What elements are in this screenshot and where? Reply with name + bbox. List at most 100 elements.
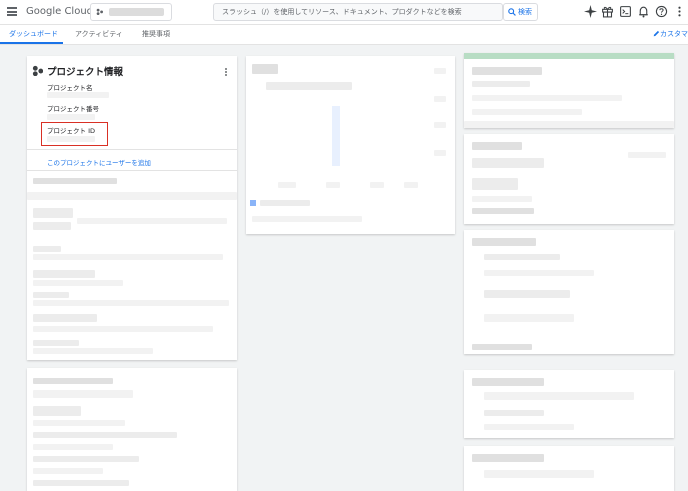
- active-tab-indicator: [0, 42, 63, 44]
- redacted-block: [434, 150, 446, 156]
- redacted-block: [33, 208, 73, 218]
- right-card-4: [464, 370, 674, 438]
- redacted-block: [33, 390, 133, 398]
- more-vert-icon[interactable]: [673, 5, 686, 18]
- redacted-block: [77, 218, 227, 224]
- redacted-block: [472, 238, 536, 246]
- redacted-block: [33, 254, 223, 260]
- redacted-block: [33, 270, 95, 278]
- divider: [27, 170, 237, 171]
- right-card-1: [464, 53, 674, 128]
- redacted-block: [33, 222, 71, 230]
- project-number-label: プロジェクト番号: [47, 105, 99, 113]
- redacted-block: [33, 432, 177, 438]
- redacted-block: [472, 196, 532, 202]
- project-name-redacted: [109, 8, 164, 16]
- top-bar: Google Cloud スラッシュ（/）を使用してリソース、ドキュメント、プロ…: [0, 0, 688, 25]
- tab-dashboard[interactable]: ダッシュボード: [9, 29, 58, 39]
- redacted-block: [33, 314, 97, 322]
- right-card-3: [464, 230, 674, 354]
- project-picker[interactable]: [90, 3, 172, 21]
- redacted-block: [252, 64, 278, 74]
- card-title: プロジェクト情報: [47, 67, 124, 78]
- project-info-card: プロジェクト情報 プロジェクト名 プロジェクト番号 プロジェクト ID このプロ…: [27, 56, 237, 360]
- redacted-block: [370, 182, 384, 188]
- redacted-block: [472, 109, 582, 115]
- redacted-block: [434, 68, 446, 74]
- gemini-sparkle-icon[interactable]: [584, 5, 597, 18]
- redacted-block: [33, 300, 229, 306]
- status-strip: [464, 53, 674, 59]
- redacted-block: [33, 340, 79, 346]
- customize-button[interactable]: カスタマ: [653, 29, 688, 39]
- redacted-block: [33, 280, 123, 286]
- chart-bar-redacted: [332, 106, 340, 166]
- redacted-block: [472, 344, 532, 350]
- redacted-block: [472, 142, 522, 150]
- redacted-block: [33, 420, 125, 426]
- redacted-block: [472, 158, 544, 168]
- card-more-icon[interactable]: [223, 67, 229, 77]
- redacted-block: [326, 182, 340, 188]
- redacted-block: [33, 480, 129, 486]
- project-number-value-redacted: [47, 114, 95, 120]
- redacted-block: [252, 216, 362, 222]
- redacted-block: [472, 378, 544, 386]
- gift-icon[interactable]: [601, 5, 614, 18]
- tab-recommendations[interactable]: 推奨事項: [142, 29, 170, 39]
- redacted-block: [484, 424, 574, 430]
- search-button-label: 検索: [518, 8, 532, 16]
- redacted-block: [484, 270, 594, 276]
- redacted-block: [628, 152, 666, 158]
- redacted-block: [33, 468, 103, 474]
- search-placeholder: スラッシュ（/）を使用してリソース、ドキュメント、プロダクトなどを検索: [222, 8, 462, 16]
- middle-chart-card: [246, 56, 455, 234]
- project-id-highlight-box: [41, 122, 108, 146]
- redacted-block: [260, 200, 310, 206]
- redacted-block: [484, 254, 560, 260]
- divider: [27, 149, 237, 150]
- resource-row-redacted: [33, 178, 117, 184]
- menu-icon[interactable]: [7, 7, 17, 16]
- redacted-block: [33, 444, 113, 450]
- right-card-5: [464, 446, 674, 491]
- project-icon: [96, 8, 103, 15]
- redacted-block: [472, 454, 544, 462]
- redacted-block: [33, 378, 113, 384]
- project-name-value-redacted: [47, 92, 109, 98]
- redacted-block: [464, 121, 674, 128]
- notifications-icon[interactable]: [637, 5, 650, 18]
- legend-swatch: [250, 200, 256, 206]
- redacted-block: [434, 96, 446, 102]
- section-divider-redacted: [27, 192, 237, 200]
- cloud-shell-icon[interactable]: [619, 5, 632, 18]
- redacted-block: [33, 292, 69, 298]
- redacted-block: [484, 392, 634, 400]
- google-cloud-logo[interactable]: Google Cloud: [26, 6, 93, 17]
- add-user-link[interactable]: このプロジェクトにユーザーを追加: [47, 157, 151, 167]
- redacted-block: [472, 178, 518, 190]
- redacted-block: [472, 81, 530, 87]
- redacted-block: [434, 122, 446, 128]
- redacted-block: [278, 182, 296, 188]
- project-info-icon: [32, 65, 43, 76]
- search-button[interactable]: 検索: [503, 3, 538, 21]
- redacted-block: [33, 456, 139, 462]
- search-input[interactable]: スラッシュ（/）を使用してリソース、ドキュメント、プロダクトなどを検索: [213, 3, 503, 21]
- redacted-block: [33, 326, 213, 332]
- edit-pencil-icon: [653, 30, 660, 37]
- redacted-block: [472, 95, 622, 101]
- help-icon[interactable]: [655, 5, 668, 18]
- redacted-block: [484, 290, 570, 298]
- redacted-block: [484, 470, 594, 478]
- redacted-block: [33, 246, 61, 252]
- left-second-card: [27, 368, 237, 491]
- tab-activity[interactable]: アクティビティ: [75, 29, 123, 39]
- redacted-block: [484, 410, 544, 416]
- search-icon: [508, 8, 516, 16]
- redacted-block: [484, 314, 574, 322]
- redacted-block: [472, 67, 542, 75]
- dashboard-tabs: ダッシュボード アクティビティ 推奨事項 カスタマ: [0, 25, 688, 45]
- redacted-block: [472, 208, 534, 214]
- redacted-block: [33, 406, 81, 416]
